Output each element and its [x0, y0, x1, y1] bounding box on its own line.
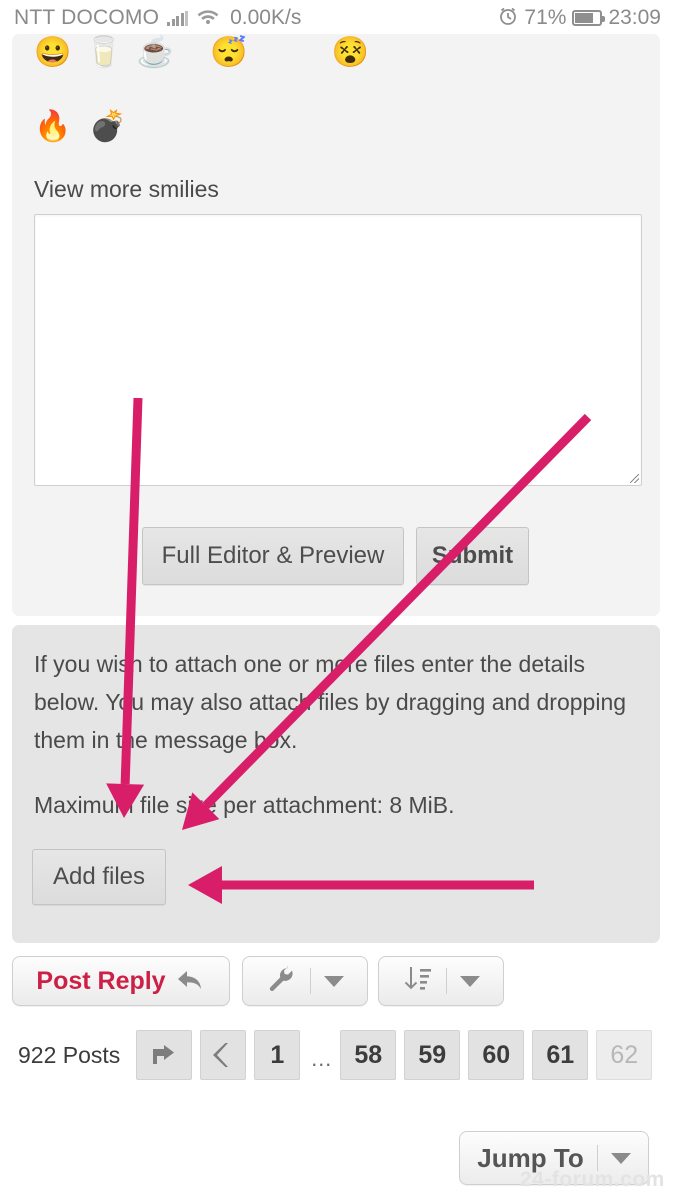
smilies-row-1: 😀 🥛 ☕ 😴 😵: [34, 38, 369, 68]
chevron-down-icon: [610, 1152, 631, 1164]
post-count-label: 922 Posts: [18, 1041, 121, 1068]
smiley-sleeping-icon[interactable]: 😴: [210, 38, 247, 68]
smiley-drink-icon[interactable]: 🥛: [85, 38, 122, 68]
battery-icon: [572, 10, 606, 26]
pagination: 922 Posts 1 … 58 59 60 61 62: [18, 1030, 660, 1080]
view-more-smilies-link[interactable]: View more smilies: [34, 176, 219, 203]
divider: [445, 968, 447, 994]
page-button-62-current[interactable]: 62: [596, 1030, 653, 1080]
page-button-1[interactable]: 1: [254, 1030, 301, 1080]
page-button-59[interactable]: 59: [404, 1030, 461, 1080]
smiley-toast-icon[interactable]: 😀: [34, 38, 71, 68]
smilies-row-2: 🔥 💣: [34, 112, 127, 142]
divider: [309, 968, 311, 994]
attachment-info-text: If you wish to attach one or more files …: [34, 651, 627, 753]
status-bar-left: NTT DOCOMO 0.00K/s: [14, 6, 301, 30]
full-editor-preview-button[interactable]: Full Editor & Preview: [142, 527, 404, 585]
post-reply-button[interactable]: Post Reply: [12, 956, 230, 1006]
watermark: 24-forum.com: [520, 1168, 665, 1191]
chevron-down-icon: [323, 975, 344, 987]
screen: NTT DOCOMO 0.00K/s 71% 23:09 😀 🥛 ☕ 😴 😵 🔥…: [0, 0, 675, 1200]
jump-to-last-icon-button[interactable]: [136, 1030, 193, 1080]
post-reply-label: Post Reply: [36, 966, 166, 995]
previous-page-button[interactable]: [200, 1030, 247, 1080]
pagination-ellipsis: …: [310, 1046, 333, 1071]
chevron-down-icon: [459, 975, 480, 987]
add-files-button[interactable]: Add files: [32, 849, 166, 905]
reply-arrow-icon: [176, 968, 206, 994]
page-button-60[interactable]: 60: [468, 1030, 525, 1080]
message-textarea[interactable]: [34, 214, 642, 486]
sort-dropdown-button[interactable]: [378, 956, 504, 1006]
textarea-resize-handle[interactable]: [630, 474, 639, 483]
wrench-icon: [267, 965, 297, 998]
page-button-61[interactable]: 61: [532, 1030, 589, 1080]
alarm-clock-icon: [498, 6, 518, 31]
campfire-icon[interactable]: 🔥: [34, 112, 71, 142]
chevron-left-icon: [213, 1043, 229, 1067]
status-bar: NTT DOCOMO 0.00K/s 71% 23:09: [0, 0, 675, 36]
attachment-max-size-text: Maximum file size per attachment: 8 MiB.: [34, 792, 455, 818]
carrier-label: NTT DOCOMO: [14, 6, 160, 29]
tools-dropdown-button[interactable]: [242, 956, 368, 1006]
submit-button[interactable]: Submit: [416, 527, 529, 585]
status-bar-right: 71% 23:09: [498, 6, 661, 31]
network-speed-label: 0.00K/s: [230, 6, 302, 29]
smiley-bomb-icon[interactable]: 💣: [89, 112, 126, 142]
page-button-58[interactable]: 58: [340, 1030, 397, 1080]
smiley-ghost-icon[interactable]: 😵: [331, 38, 368, 68]
signal-bars-icon: [167, 10, 189, 26]
smiley-hot-drink-icon[interactable]: ☕: [137, 38, 174, 68]
sort-descending-icon: [403, 965, 433, 998]
clock-label: 23:09: [608, 6, 661, 29]
jump-to-last-icon: [153, 1045, 175, 1064]
wifi-icon: [196, 7, 220, 30]
battery-percent-label: 71%: [524, 6, 567, 29]
